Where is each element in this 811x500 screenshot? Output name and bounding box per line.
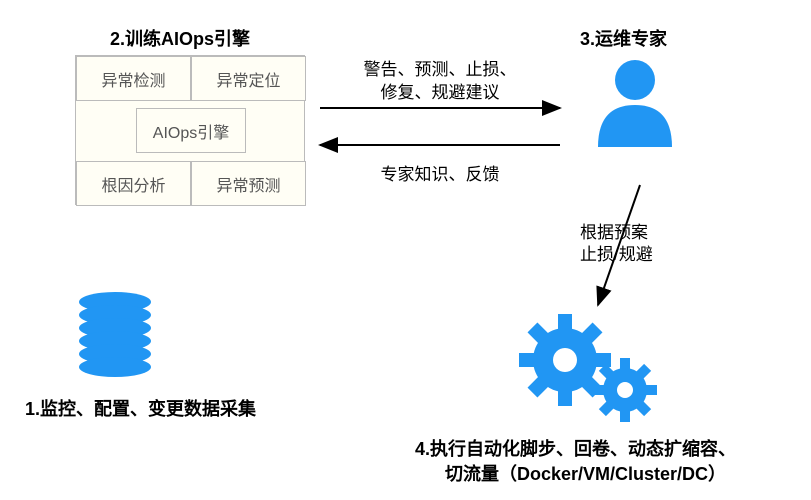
edge-2to3-label-line1: 警告、预测、止损、 — [340, 55, 540, 80]
automation-gears-icon — [510, 310, 670, 430]
edge-3to2-label: 专家知识、反馈 — [340, 160, 540, 185]
node2-title: 2.训练AIOps引擎 — [110, 25, 250, 51]
node1-title: 1.监控、配置、变更数据采集 — [25, 395, 256, 421]
node4-title-line1: 4.执行自动化脚步、回卷、动态扩缩容、 — [415, 435, 736, 461]
edge-2to3-label-line2: 修复、规避建议 — [340, 78, 540, 103]
engine-cell-aiops-core: AIOps引擎 — [136, 108, 246, 153]
aiops-engine-box: 异常检测 异常定位 AIOps引擎 根因分析 异常预测 — [75, 55, 305, 205]
edge-3to4-label-line2: 止损/规避 — [580, 240, 720, 265]
node3-title: 3.运维专家 — [580, 25, 667, 51]
engine-cell-root-cause: 根因分析 — [76, 161, 191, 206]
engine-cell-anomaly-detection: 异常检测 — [76, 56, 191, 101]
database-disks-icon — [75, 290, 155, 385]
node4-title-line2: 切流量（Docker/VM/Cluster/DC） — [445, 460, 726, 486]
engine-cell-anomaly-prediction: 异常预测 — [191, 161, 306, 206]
expert-person-icon — [590, 55, 680, 150]
engine-cell-anomaly-location: 异常定位 — [191, 56, 306, 101]
